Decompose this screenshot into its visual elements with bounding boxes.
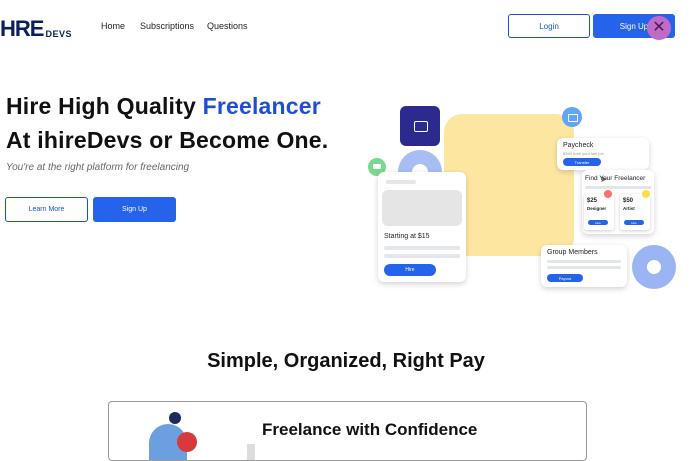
logo[interactable]: HRE DEVS (0, 14, 72, 40)
find-freelancer-card: Find Your Freelancer $25 Designer Hire $… (582, 170, 654, 234)
paycheck-title: Paycheck (563, 142, 594, 149)
login-button[interactable]: Login (508, 14, 590, 38)
person-illustration (141, 412, 255, 460)
hero-illustration: Starting at $15 Hire Paycheck $340 from … (360, 100, 692, 300)
feature-title: Freelance with Confidence (262, 420, 478, 439)
payout-button[interactable]: Payout (547, 274, 583, 282)
pencil-icon (642, 190, 650, 198)
section-title: Simple, Organized, Right Pay (207, 350, 485, 372)
learn-more-button[interactable]: Learn More (5, 197, 88, 222)
freelancer-role: Designer (587, 206, 607, 211)
freelancer-card-designer[interactable]: $25 Designer Hire (584, 190, 614, 230)
nav-link-questions[interactable]: Questions (207, 21, 248, 31)
avatar (604, 190, 612, 198)
find-freelancer-title: Find Your Freelancer (585, 175, 646, 182)
paycheck-card: Paycheck $340 from your last job Transfe… (557, 138, 649, 170)
group-members-card: Group Members Payout (541, 245, 627, 287)
transfer-button[interactable]: Transfer (563, 158, 601, 166)
logo-sub-text: DEVS (45, 29, 72, 39)
freelancer-price: $50 (623, 198, 634, 204)
paycheck-subtitle: $340 from your last job (563, 151, 604, 156)
job-card: Starting at $15 Hire (378, 172, 466, 282)
signup-button-hero[interactable]: Sign Up (93, 197, 176, 222)
freelancer-hire-button[interactable]: Hire (624, 220, 644, 225)
terminal-icon (400, 106, 440, 146)
ring-decoration-right (632, 245, 676, 289)
logo-main-text: HRE (0, 16, 44, 41)
hero-subtitle: You're at the right platform for freelan… (6, 162, 190, 173)
freelancer-price: $25 (587, 198, 598, 204)
hero-heading-prefix: Hire High Quality (6, 93, 203, 119)
close-icon[interactable]: ✕ (647, 16, 671, 40)
nav-link-subscriptions[interactable]: Subscriptions (140, 21, 194, 31)
job-hire-button[interactable]: Hire (384, 264, 436, 276)
freelancer-role: Artist (623, 206, 635, 211)
job-price-text: Starting at $15 (384, 233, 430, 240)
cursor-icon: ➤ (600, 174, 608, 184)
nav-link-home[interactable]: Home (101, 21, 125, 31)
group-members-title: Group Members (547, 249, 598, 256)
hero-heading-highlight: Freelancer (202, 93, 321, 119)
hero-heading-line1: Hire High Quality Freelancer (6, 93, 321, 120)
message-icon (562, 107, 582, 127)
freelancer-hire-button[interactable]: Hire (588, 220, 608, 225)
hero-heading-line2: At ihireDevs or Become One. (6, 127, 329, 153)
freelancer-card-artist[interactable]: $50 Artist Hire (620, 190, 650, 230)
